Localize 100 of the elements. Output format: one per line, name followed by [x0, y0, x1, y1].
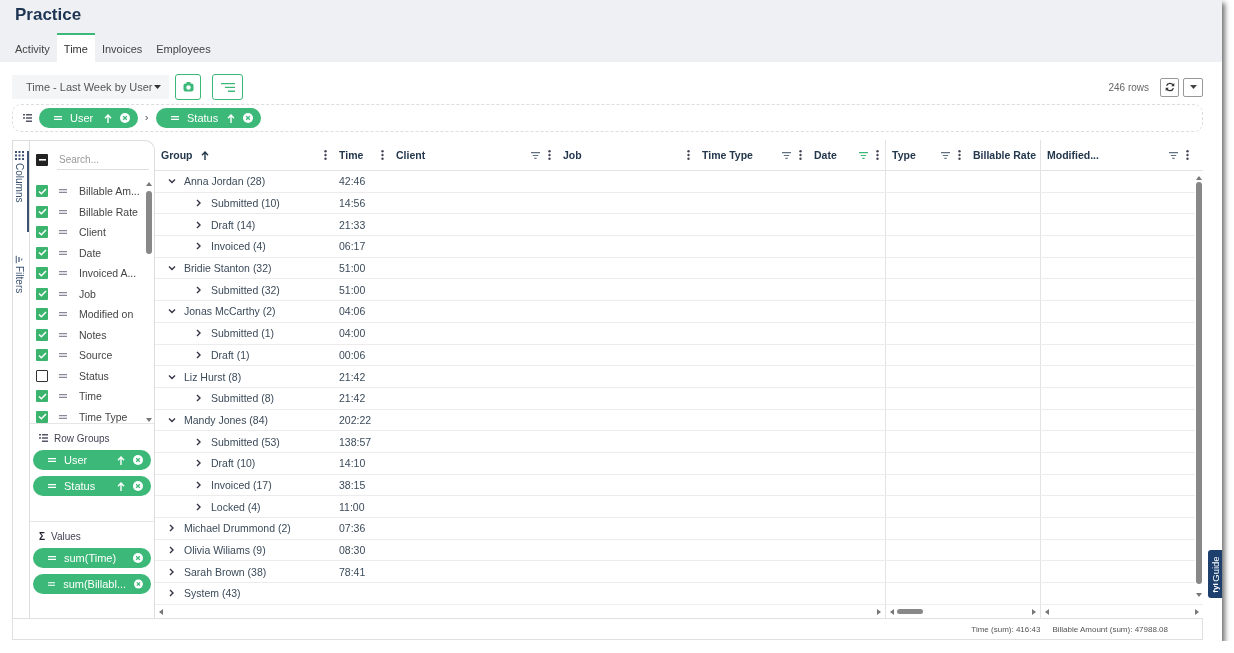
chevron-right-icon[interactable]	[169, 589, 175, 598]
chevron-down-icon[interactable]	[168, 373, 176, 380]
menu-icon[interactable]	[799, 150, 802, 160]
view-select[interactable]: Time - Last Week by User	[12, 75, 169, 99]
column-header[interactable]: Job	[563, 149, 679, 161]
scroll-down-icon[interactable]	[1196, 593, 1202, 598]
group-cell: Draft (10)	[211, 457, 256, 470]
group-cell: Submitted (32)	[211, 283, 280, 296]
column-header[interactable]: Date	[814, 149, 851, 161]
scroll-right-icon[interactable]	[877, 608, 881, 615]
checkbox[interactable]	[36, 267, 48, 280]
chevron-right-icon[interactable]	[196, 199, 202, 208]
scroll-right-icon[interactable]	[1032, 608, 1036, 615]
group-cell: Submitted (10)	[211, 197, 280, 210]
scroll-left-icon[interactable]	[1045, 608, 1049, 615]
column-header[interactable]: Time Type	[702, 149, 774, 161]
panel-tab[interactable]: Filters	[13, 256, 29, 294]
scroll-left-icon[interactable]	[890, 608, 894, 615]
menu-icon[interactable]	[876, 150, 879, 160]
checkbox[interactable]	[36, 410, 48, 423]
time-cell: 202:22	[339, 413, 372, 426]
drag-handle-icon	[59, 250, 67, 255]
time-cell: 38:15	[339, 478, 366, 491]
row-group-icon	[23, 114, 32, 122]
chevron-right-icon[interactable]	[196, 220, 202, 229]
column-header[interactable]: Client	[396, 149, 523, 161]
scroll-down-icon[interactable]	[146, 418, 152, 423]
menu-icon[interactable]	[381, 150, 384, 160]
checkbox[interactable]	[36, 185, 48, 198]
chevron-right-icon[interactable]	[196, 394, 202, 403]
chevron-right-icon[interactable]	[196, 480, 202, 489]
group-cell: Jonas McCarthy (2)	[184, 305, 276, 318]
time-cell: 00:06	[339, 348, 366, 361]
group-cell: Liz Hurst (8)	[184, 370, 242, 383]
panel-tab[interactable]: Columns	[13, 151, 29, 233]
tab[interactable]: Time	[56, 33, 95, 62]
chevron-down-icon[interactable]	[168, 416, 176, 423]
row-group-icon	[39, 434, 48, 442]
checkbox[interactable]	[36, 328, 48, 341]
column-header[interactable]: Billable Rate	[973, 149, 1037, 161]
chevron-down-icon[interactable]	[168, 308, 176, 315]
time-cell: 14:56	[339, 197, 366, 210]
time-cell: 06:17	[339, 240, 366, 253]
drag-handle-icon	[59, 332, 67, 337]
menu-icon[interactable]	[687, 150, 690, 160]
column-name: Date	[79, 246, 102, 259]
refresh-button[interactable]	[1160, 77, 1179, 97]
drag-handle-icon	[171, 116, 179, 120]
chevron-right-icon[interactable]	[196, 242, 202, 251]
checkbox[interactable]	[36, 246, 48, 259]
chevron-right-icon[interactable]	[196, 459, 202, 468]
select-all-checkbox[interactable]	[36, 154, 48, 166]
options-dropdown[interactable]	[1183, 77, 1203, 97]
filter-icon[interactable]	[1169, 151, 1178, 159]
checkbox[interactable]	[36, 390, 48, 403]
chevron-right-icon[interactable]	[196, 285, 202, 294]
chevron-down-icon[interactable]	[168, 178, 176, 185]
scroll-right-icon[interactable]	[1195, 608, 1199, 615]
chevron-right-icon[interactable]	[169, 567, 175, 576]
section-title: Values	[51, 530, 81, 542]
time-cell: 51:00	[339, 262, 366, 275]
refresh-icon	[1164, 82, 1175, 92]
scrollbar-thumb[interactable]	[897, 609, 923, 614]
menu-icon[interactable]	[1186, 150, 1189, 160]
checkbox[interactable]	[36, 369, 48, 382]
filter-icon[interactable]	[531, 151, 540, 159]
checkbox[interactable]	[36, 205, 48, 218]
chevron-right-icon[interactable]	[196, 350, 202, 359]
column-header[interactable]: Type	[892, 149, 933, 161]
column-header[interactable]: Time	[339, 149, 373, 161]
group-cell: Olivia Wiliams (9)	[184, 544, 266, 557]
chevron-down-icon[interactable]	[168, 265, 176, 272]
tab[interactable]: Invoices	[94, 33, 150, 62]
row-count: 246 rows	[1108, 81, 1149, 93]
scroll-up-icon[interactable]	[1196, 175, 1202, 180]
filter-icon[interactable]	[941, 151, 950, 159]
tab[interactable]: Employees	[149, 33, 218, 62]
scrollbar[interactable]	[146, 181, 152, 423]
checkbox[interactable]	[36, 287, 48, 300]
column-header[interactable]: Modified...	[1047, 149, 1161, 161]
tab[interactable]: Activity	[8, 33, 57, 62]
checkbox[interactable]	[36, 308, 48, 321]
group-cell: Invoiced (17)	[211, 478, 272, 491]
column-header[interactable]: Group	[161, 149, 193, 161]
drag-handle-icon	[59, 271, 67, 276]
chevron-right-icon[interactable]	[196, 437, 202, 446]
chevron-right-icon[interactable]	[169, 524, 175, 533]
chevron-right-icon[interactable]	[196, 502, 202, 511]
scroll-left-icon[interactable]	[159, 608, 163, 615]
menu-icon[interactable]	[324, 150, 327, 160]
chevron-right-icon[interactable]	[196, 329, 202, 338]
drag-handle-icon	[59, 230, 67, 235]
filter-icon[interactable]	[782, 151, 791, 159]
time-cell: 138:57	[339, 435, 372, 448]
chevron-right-icon[interactable]	[169, 546, 175, 555]
menu-icon[interactable]	[958, 150, 961, 160]
scroll-up-icon[interactable]	[146, 181, 152, 186]
checkbox[interactable]	[36, 349, 48, 362]
checkbox[interactable]	[36, 226, 48, 239]
menu-icon[interactable]	[548, 150, 551, 160]
